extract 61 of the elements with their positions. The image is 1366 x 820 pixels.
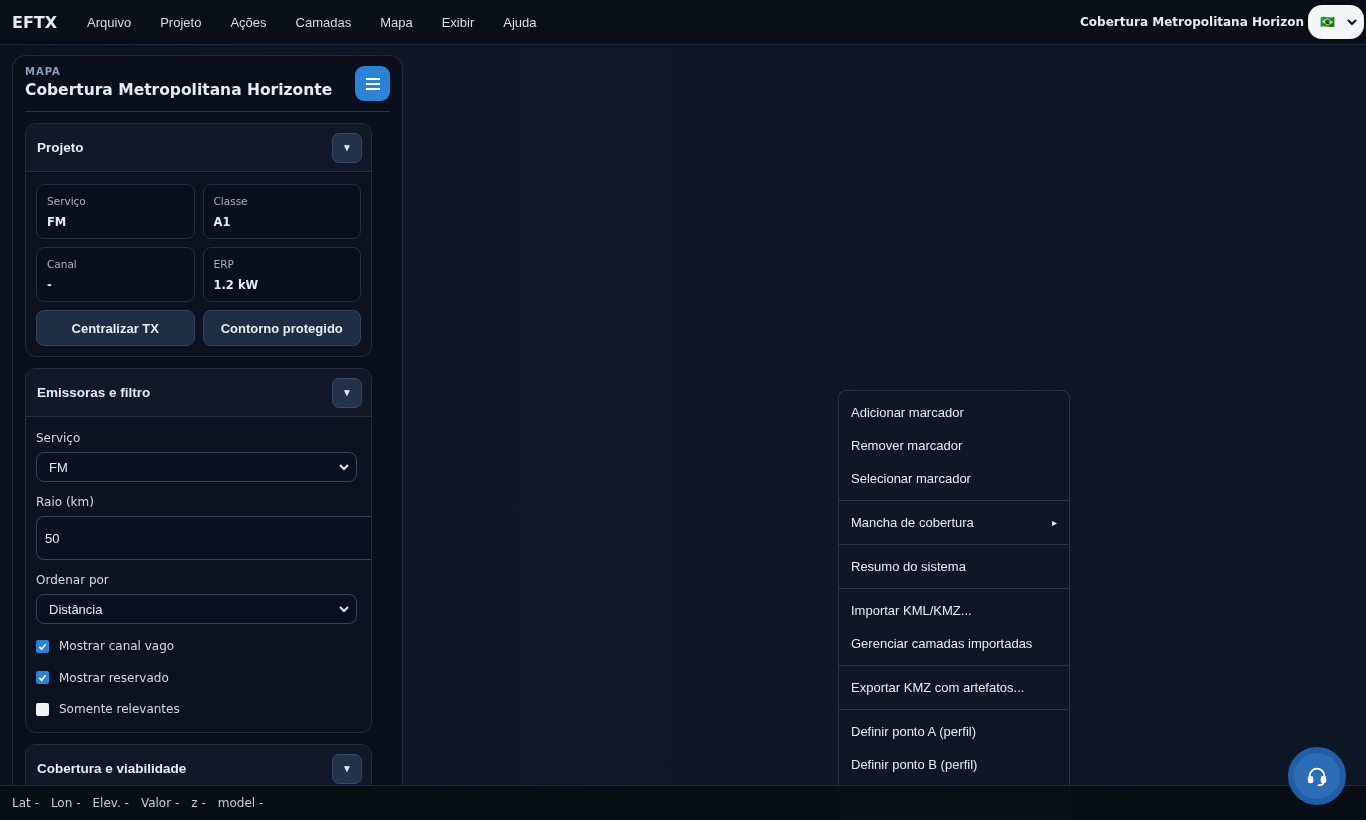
menu-item[interactable]: Ações	[230, 14, 267, 30]
menu-item[interactable]: Ajuda	[503, 14, 537, 30]
info-label: Classe	[213, 195, 249, 207]
menu-item[interactable]: Mapa	[380, 14, 413, 30]
expand-toggle[interactable]: ▼	[332, 753, 362, 784]
info-label: Serviço	[47, 195, 87, 207]
checkbox[interactable]	[36, 702, 49, 716]
menu-item[interactable]: Projeto	[160, 14, 202, 30]
menu-option[interactable]: Mancha de cobertura ▸	[839, 506, 1069, 539]
headset-icon	[1306, 765, 1328, 787]
menu-option[interactable]: Definir ponto A (perfil)	[839, 715, 1069, 748]
input-field[interactable]: 50	[36, 516, 371, 561]
info-value: FM	[47, 215, 68, 229]
menu-option[interactable]: Exportar KMZ com artefatos...	[839, 671, 1069, 704]
project-title: Cobertura Metropolitana Horizon	[1080, 15, 1304, 29]
menu-option[interactable]: Gerenciar camadas importadas	[839, 627, 1069, 660]
select-field[interactable]: FM	[36, 452, 357, 483]
info-value: -	[47, 278, 53, 292]
menu-option[interactable]: Resumo do sistema	[839, 550, 1069, 583]
status-text: Elev. -	[92, 796, 129, 810]
info-label: ERP	[213, 258, 235, 270]
sidebar-eyebrow: MAPA	[25, 66, 62, 77]
menu-option[interactable]: Remover marcador	[839, 429, 1069, 462]
menu-option[interactable]: Adicionar marcador	[839, 396, 1069, 429]
select-field[interactable]: Distância	[36, 594, 357, 625]
menu-item[interactable]: Camadas	[295, 14, 352, 30]
panel-title: Cobertura e viabilidade	[37, 761, 187, 776]
menu-option[interactable]: Definir ponto B (perfil)	[839, 748, 1069, 781]
status-text: Lat -	[12, 796, 39, 810]
checkbox-label: Mostrar canal vago	[59, 639, 175, 654]
menu-option[interactable]: Selecionar marcador	[839, 462, 1069, 495]
menu-item[interactable]: Exibir	[441, 14, 475, 30]
status-text: model -	[217, 796, 264, 810]
menu-icon	[365, 77, 380, 90]
menu-item[interactable]: Arquivo	[87, 14, 132, 30]
field-label: Raio (km)	[36, 495, 95, 510]
field-label: Serviço	[36, 431, 82, 445]
checkbox-label: Somente relevantes	[59, 702, 180, 717]
checkbox-label: Mostrar reservado	[59, 670, 169, 685]
app-logo: EFTX	[12, 12, 58, 32]
expand-toggle[interactable]: ▼	[332, 377, 362, 408]
menu-button[interactable]	[355, 66, 390, 101]
checkbox[interactable]	[36, 671, 49, 685]
status-text: z -	[191, 796, 206, 810]
panel-title: Projeto	[37, 140, 84, 155]
menu-option[interactable]: Importar KML/KMZ...	[839, 594, 1069, 627]
status-text: Valor -	[140, 796, 180, 810]
sidebar-title: Cobertura Metropolitana Horizonte	[25, 81, 333, 99]
action-button[interactable]: Contorno protegido	[202, 310, 361, 346]
info-value: 1.2 kW	[213, 278, 260, 292]
checkbox[interactable]	[36, 639, 49, 653]
info-value: A1	[213, 215, 232, 229]
field-label: Ordenar por	[36, 573, 110, 588]
support-button[interactable]	[1288, 747, 1346, 805]
info-label: Canal	[47, 258, 78, 270]
chevron-down-icon	[1346, 16, 1358, 28]
submenu-arrow: ▸	[1052, 517, 1057, 528]
expand-toggle[interactable]: ▼	[332, 132, 362, 163]
status-text: Lon -	[50, 796, 81, 810]
panel-title: Emissoras e filtro	[37, 385, 151, 400]
action-button[interactable]: Centralizar TX	[36, 310, 195, 346]
